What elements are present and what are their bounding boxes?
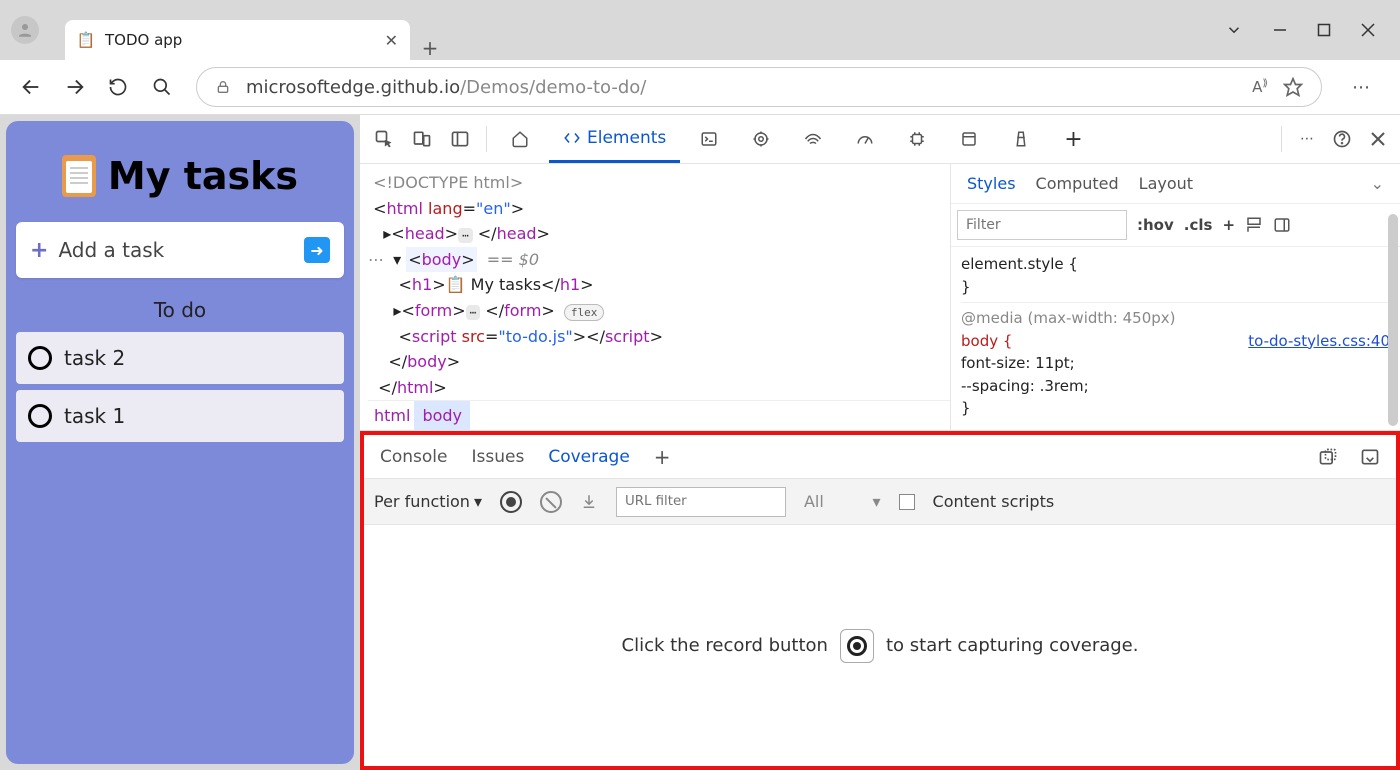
expand-drawer-icon[interactable] bbox=[1360, 447, 1380, 467]
close-devtools-button[interactable] bbox=[1370, 131, 1386, 147]
activity-bar-icon[interactable] bbox=[444, 123, 476, 155]
close-tab-button[interactable]: ✕ bbox=[385, 31, 398, 50]
source-link[interactable]: to-do-styles.css:40 bbox=[1248, 330, 1390, 353]
drawer-tabs: Console Issues Coverage + bbox=[364, 435, 1396, 479]
browser-titlebar: 📋 TODO app ✕ + bbox=[0, 0, 1400, 60]
task-item[interactable]: task 2 bbox=[16, 332, 344, 384]
devtools-drawer: Console Issues Coverage + Per function ▾… bbox=[360, 431, 1400, 770]
record-button-hint[interactable] bbox=[840, 629, 874, 663]
elements-dom-tree[interactable]: <!DOCTYPE html> <html lang="en"> ▸<head>… bbox=[360, 164, 950, 430]
tab-elements[interactable]: Elements bbox=[549, 115, 680, 163]
add-task-input[interactable]: + Add a task ➜ bbox=[16, 222, 344, 278]
clear-button[interactable] bbox=[540, 491, 562, 513]
tab-console[interactable] bbox=[686, 115, 732, 163]
close-window-button[interactable] bbox=[1361, 23, 1375, 37]
type-filter-dropdown[interactable]: All ▾ bbox=[804, 492, 881, 511]
url-text: microsoftedge.github.io/Demos/demo-to-do… bbox=[246, 77, 1237, 98]
profile-button[interactable] bbox=[0, 0, 50, 60]
window-controls bbox=[1200, 0, 1400, 60]
clipboard-icon bbox=[62, 155, 96, 197]
back-button[interactable] bbox=[20, 76, 44, 98]
search-button[interactable] bbox=[152, 77, 176, 97]
drawer-tab-coverage[interactable]: Coverage bbox=[548, 447, 629, 467]
granularity-dropdown[interactable]: Per function ▾ bbox=[374, 492, 482, 511]
devtools-right-controls: ⋯ bbox=[1267, 126, 1400, 152]
devtools-panel: Elements + ⋯ <!DOCTYPE html> <ht bbox=[360, 115, 1400, 770]
submit-task-button[interactable]: ➜ bbox=[304, 237, 330, 263]
section-heading: To do bbox=[16, 278, 344, 332]
minimize-button[interactable] bbox=[1273, 23, 1287, 37]
task-item[interactable]: task 1 bbox=[16, 390, 344, 442]
device-emulation-icon[interactable] bbox=[406, 123, 438, 155]
more-button[interactable]: ⋯ bbox=[1352, 77, 1370, 98]
new-style-rule-button[interactable]: + bbox=[1222, 216, 1235, 234]
url-filter-input[interactable] bbox=[616, 487, 786, 517]
content-scripts-checkbox[interactable] bbox=[899, 494, 915, 510]
todo-app: My tasks + Add a task ➜ To do task 2 tas… bbox=[6, 121, 354, 764]
caret-down-icon: ▾ bbox=[474, 492, 482, 511]
styles-rules[interactable]: element.style { } @media (max-width: 450… bbox=[951, 247, 1400, 426]
dock-icon[interactable] bbox=[1318, 447, 1338, 467]
export-button[interactable] bbox=[580, 493, 598, 511]
chevron-down-icon[interactable]: ⌄ bbox=[1371, 174, 1384, 193]
browser-tab[interactable]: 📋 TODO app ✕ bbox=[65, 20, 410, 60]
drawer-tab-issues[interactable]: Issues bbox=[472, 447, 525, 467]
styles-pane: Styles Computed Layout ⌄ :hov .cls + ele… bbox=[950, 164, 1400, 430]
chevron-down-icon[interactable] bbox=[1225, 21, 1243, 39]
coverage-hint-before: Click the record button bbox=[622, 635, 828, 656]
checkbox-icon[interactable] bbox=[28, 346, 52, 370]
new-tab-button[interactable]: + bbox=[410, 36, 450, 60]
maximize-button[interactable] bbox=[1317, 23, 1331, 37]
scrollbar[interactable] bbox=[1388, 214, 1398, 426]
styles-tab-layout[interactable]: Layout bbox=[1139, 174, 1193, 193]
checkbox-icon[interactable] bbox=[28, 404, 52, 428]
tab-performance[interactable] bbox=[842, 115, 888, 163]
styles-tab-styles[interactable]: Styles bbox=[967, 174, 1016, 193]
toggle-hov[interactable]: :hov bbox=[1137, 216, 1174, 234]
app-heading: My tasks bbox=[16, 154, 344, 198]
caret-down-icon: ▾ bbox=[873, 492, 881, 511]
coverage-hint-after: to start capturing coverage. bbox=[886, 635, 1139, 656]
inspect-element-icon[interactable] bbox=[368, 123, 400, 155]
task-label: task 2 bbox=[64, 346, 125, 370]
tab-welcome[interactable] bbox=[497, 115, 543, 163]
settings-icon[interactable]: ⋯ bbox=[1300, 131, 1314, 147]
plus-icon: + bbox=[30, 238, 48, 263]
content-scripts-label: Content scripts bbox=[933, 492, 1055, 511]
browser-navbar: microsoftedge.github.io/Demos/demo-to-do… bbox=[0, 60, 1400, 115]
tab-strip: 📋 TODO app ✕ + bbox=[50, 0, 1200, 60]
styles-filter-input[interactable] bbox=[957, 210, 1127, 240]
tab-lighthouse[interactable] bbox=[998, 115, 1044, 163]
read-aloud-icon[interactable]: A⟫ bbox=[1252, 78, 1268, 96]
flexbox-icon[interactable] bbox=[1245, 216, 1263, 234]
coverage-toolbar: Per function ▾ All ▾ Content scripts bbox=[364, 479, 1396, 525]
toggle-sidebar-icon[interactable] bbox=[1273, 216, 1291, 234]
dom-breadcrumb[interactable]: html body bbox=[368, 400, 950, 430]
favorite-button[interactable] bbox=[1283, 77, 1303, 97]
tab-sources[interactable] bbox=[738, 115, 784, 163]
toggle-cls[interactable]: .cls bbox=[1184, 216, 1213, 234]
clipboard-icon: 📋 bbox=[77, 31, 95, 49]
styles-tab-computed[interactable]: Computed bbox=[1036, 174, 1119, 193]
tab-title: TODO app bbox=[105, 31, 375, 49]
drawer-more-tabs[interactable]: + bbox=[654, 445, 671, 469]
task-label: task 1 bbox=[64, 404, 125, 428]
more-tabs-button[interactable]: + bbox=[1050, 115, 1096, 163]
help-icon[interactable] bbox=[1332, 129, 1352, 149]
tab-network[interactable] bbox=[790, 115, 836, 163]
tab-memory[interactable] bbox=[894, 115, 940, 163]
coverage-body: Click the record button to start capturi… bbox=[364, 525, 1396, 766]
devtools-toolbar: Elements + bbox=[360, 115, 1267, 163]
tab-application[interactable] bbox=[946, 115, 992, 163]
address-bar[interactable]: microsoftedge.github.io/Demos/demo-to-do… bbox=[196, 67, 1322, 107]
forward-button[interactable] bbox=[64, 76, 88, 98]
page-content: My tasks + Add a task ➜ To do task 2 tas… bbox=[0, 115, 360, 770]
drawer-tab-console[interactable]: Console bbox=[380, 447, 448, 467]
user-icon bbox=[11, 16, 39, 44]
lock-icon bbox=[215, 79, 231, 95]
add-task-placeholder: Add a task bbox=[58, 238, 164, 262]
record-button[interactable] bbox=[500, 491, 522, 513]
refresh-button[interactable] bbox=[108, 77, 132, 97]
